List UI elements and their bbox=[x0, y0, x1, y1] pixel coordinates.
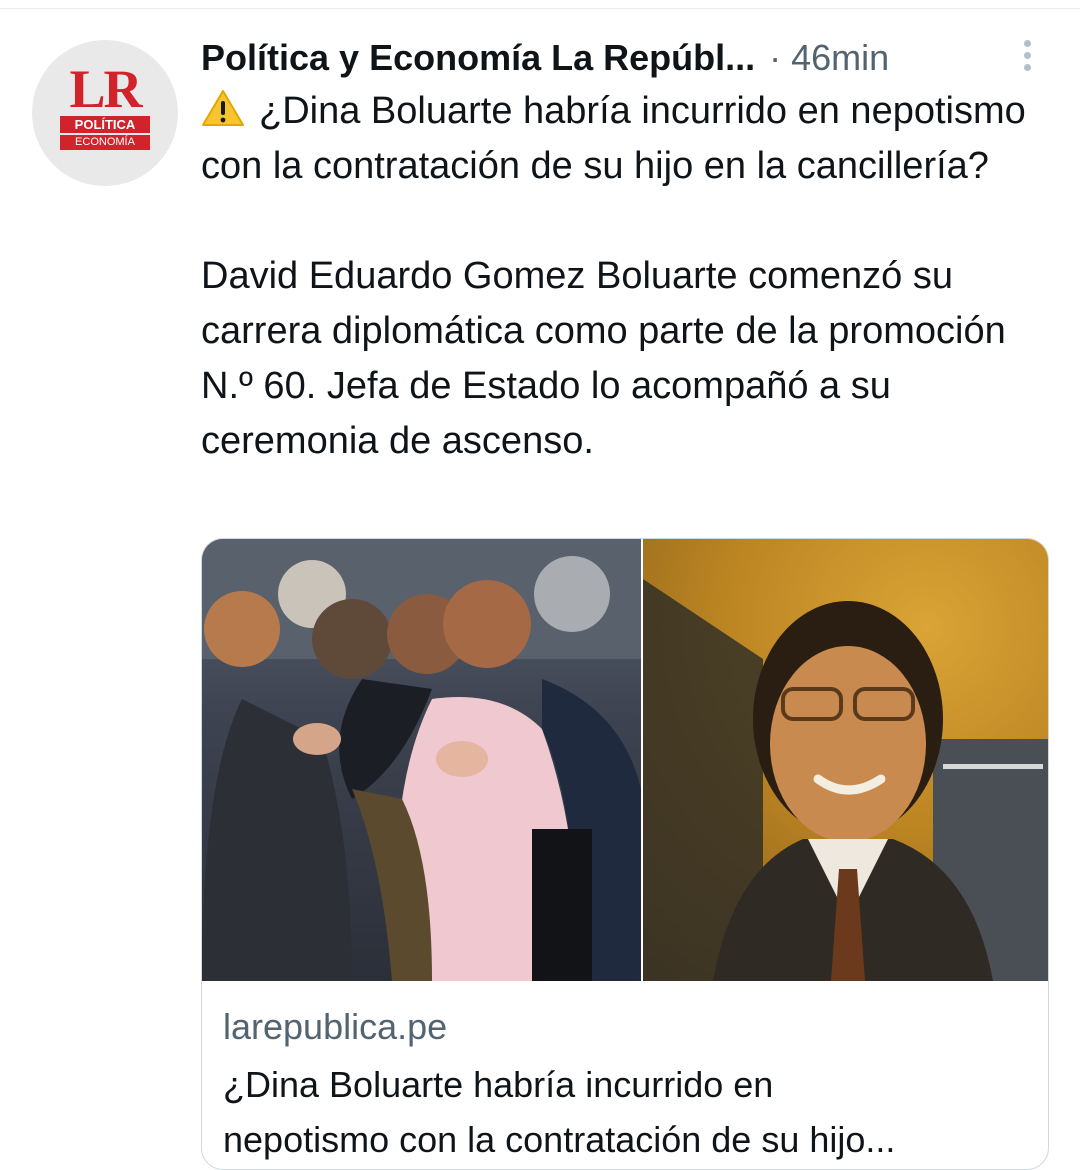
timestamp[interactable]: 46min bbox=[791, 37, 889, 78]
tweet-paragraph-2: David Eduardo Gomez Boluarte comenzó su … bbox=[201, 255, 1006, 462]
separator-dot: · bbox=[769, 37, 782, 78]
card-domain: larepublica.pe bbox=[223, 1006, 448, 1047]
card-title-line-2: nepotismo con la contratación de su hijo… bbox=[223, 1119, 896, 1160]
warning-icon bbox=[202, 90, 244, 126]
card-photo-event bbox=[202, 539, 641, 981]
author-name[interactable]: Política y Economía La Repúbl... bbox=[201, 37, 755, 78]
photo-portrait-illustration bbox=[643, 539, 1048, 981]
photo-event-illustration bbox=[202, 539, 641, 981]
avatar-tag-politica: POLÍTICA bbox=[60, 116, 150, 133]
card-photo-portrait bbox=[643, 539, 1048, 981]
tweet-text: ¿Dina Boluarte habría incurrido en nepot… bbox=[201, 84, 1041, 469]
tweet-header: Política y Economía La Repúbl... · 46min bbox=[201, 36, 1041, 80]
tweet-paragraph-1-text: ¿Dina Boluarte habría incurrido en nepot… bbox=[201, 90, 1026, 187]
avatar-tag-economia: ECONOMÍA bbox=[60, 135, 150, 150]
more-options-icon[interactable] bbox=[1017, 40, 1037, 76]
avatar-logo-text: LR bbox=[69, 59, 142, 119]
tweet-paragraph-1: ¿Dina Boluarte habría incurrido en nepot… bbox=[201, 84, 1041, 194]
link-card[interactable]: larepublica.pe ¿Dina Boluarte habría inc… bbox=[201, 538, 1049, 1170]
card-title-line-1: ¿Dina Boluarte habría incurrido en bbox=[223, 1064, 774, 1105]
tweet[interactable]: LR POLÍTICA ECONOMÍA Política y Economía… bbox=[0, 0, 1080, 1170]
card-title: ¿Dina Boluarte habría incurrido en nepot… bbox=[223, 1057, 1033, 1167]
avatar[interactable]: LR POLÍTICA ECONOMÍA bbox=[32, 40, 178, 186]
